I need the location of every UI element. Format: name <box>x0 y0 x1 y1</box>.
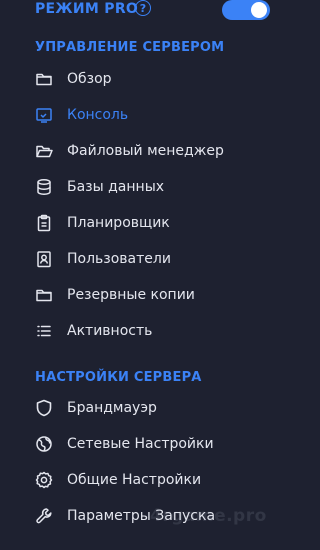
nav-item-activity[interactable]: Активность <box>35 320 255 342</box>
folder-icon <box>35 286 53 304</box>
nav-item-label: Брандмауэр <box>67 400 157 416</box>
nav-item-label: Планировщик <box>67 215 170 231</box>
nav-item-label: Консоль <box>67 107 129 123</box>
nav-item-scheduler[interactable]: Планировщик <box>35 212 255 234</box>
nav-item-label: Активность <box>67 323 153 339</box>
toggle-knob <box>251 2 267 18</box>
globe-icon <box>35 435 53 453</box>
nav-item-general[interactable]: Общие Настройки <box>35 469 255 491</box>
folder-open-icon <box>35 142 53 160</box>
gear-icon <box>35 471 53 489</box>
nav-item-label: Базы данных <box>67 179 165 195</box>
section-title-server-settings: Настройки сервера <box>35 370 202 385</box>
pro-mode-toggle[interactable] <box>222 0 270 20</box>
nav-item-console[interactable]: Консоль <box>35 104 255 126</box>
nav-item-label: Пользователи <box>67 251 171 267</box>
shield-icon <box>35 399 53 417</box>
watermark: 4rgame.pro <box>150 506 267 526</box>
section-title-server-management: Управление сервером <box>35 40 225 55</box>
nav-item-overview[interactable]: Обзор <box>35 68 255 90</box>
pro-mode-label: Режим PRO <box>35 1 139 17</box>
database-icon <box>35 178 53 196</box>
nav-item-label: Файловый менеджер <box>67 143 224 159</box>
folder-icon <box>35 70 53 88</box>
nav-item-file-manager[interactable]: Файловый менеджер <box>35 140 255 162</box>
user-card-icon <box>35 250 53 268</box>
nav-item-users[interactable]: Пользователи <box>35 248 255 270</box>
nav-item-firewall[interactable]: Брандмауэр <box>35 397 255 419</box>
nav-item-label: Общие Настройки <box>67 472 202 488</box>
list-icon <box>35 322 53 340</box>
nav-item-backups[interactable]: Резервные копии <box>35 284 255 306</box>
clipboard-icon <box>35 214 53 232</box>
nav-item-databases[interactable]: Базы данных <box>35 176 255 198</box>
nav-item-network[interactable]: Сетевые Настройки <box>35 433 255 455</box>
sidebar: Режим PRO ? Управление сервером Обзор Ко… <box>0 0 270 550</box>
nav-item-label: Сетевые Настройки <box>67 436 214 452</box>
nav-item-label: Резервные копии <box>67 287 195 303</box>
pro-mode-row: Режим PRO ? <box>35 0 270 20</box>
console-icon <box>35 106 53 124</box>
nav-item-label: Обзор <box>67 71 112 87</box>
help-icon[interactable]: ? <box>135 0 151 16</box>
wrench-icon <box>35 507 53 525</box>
